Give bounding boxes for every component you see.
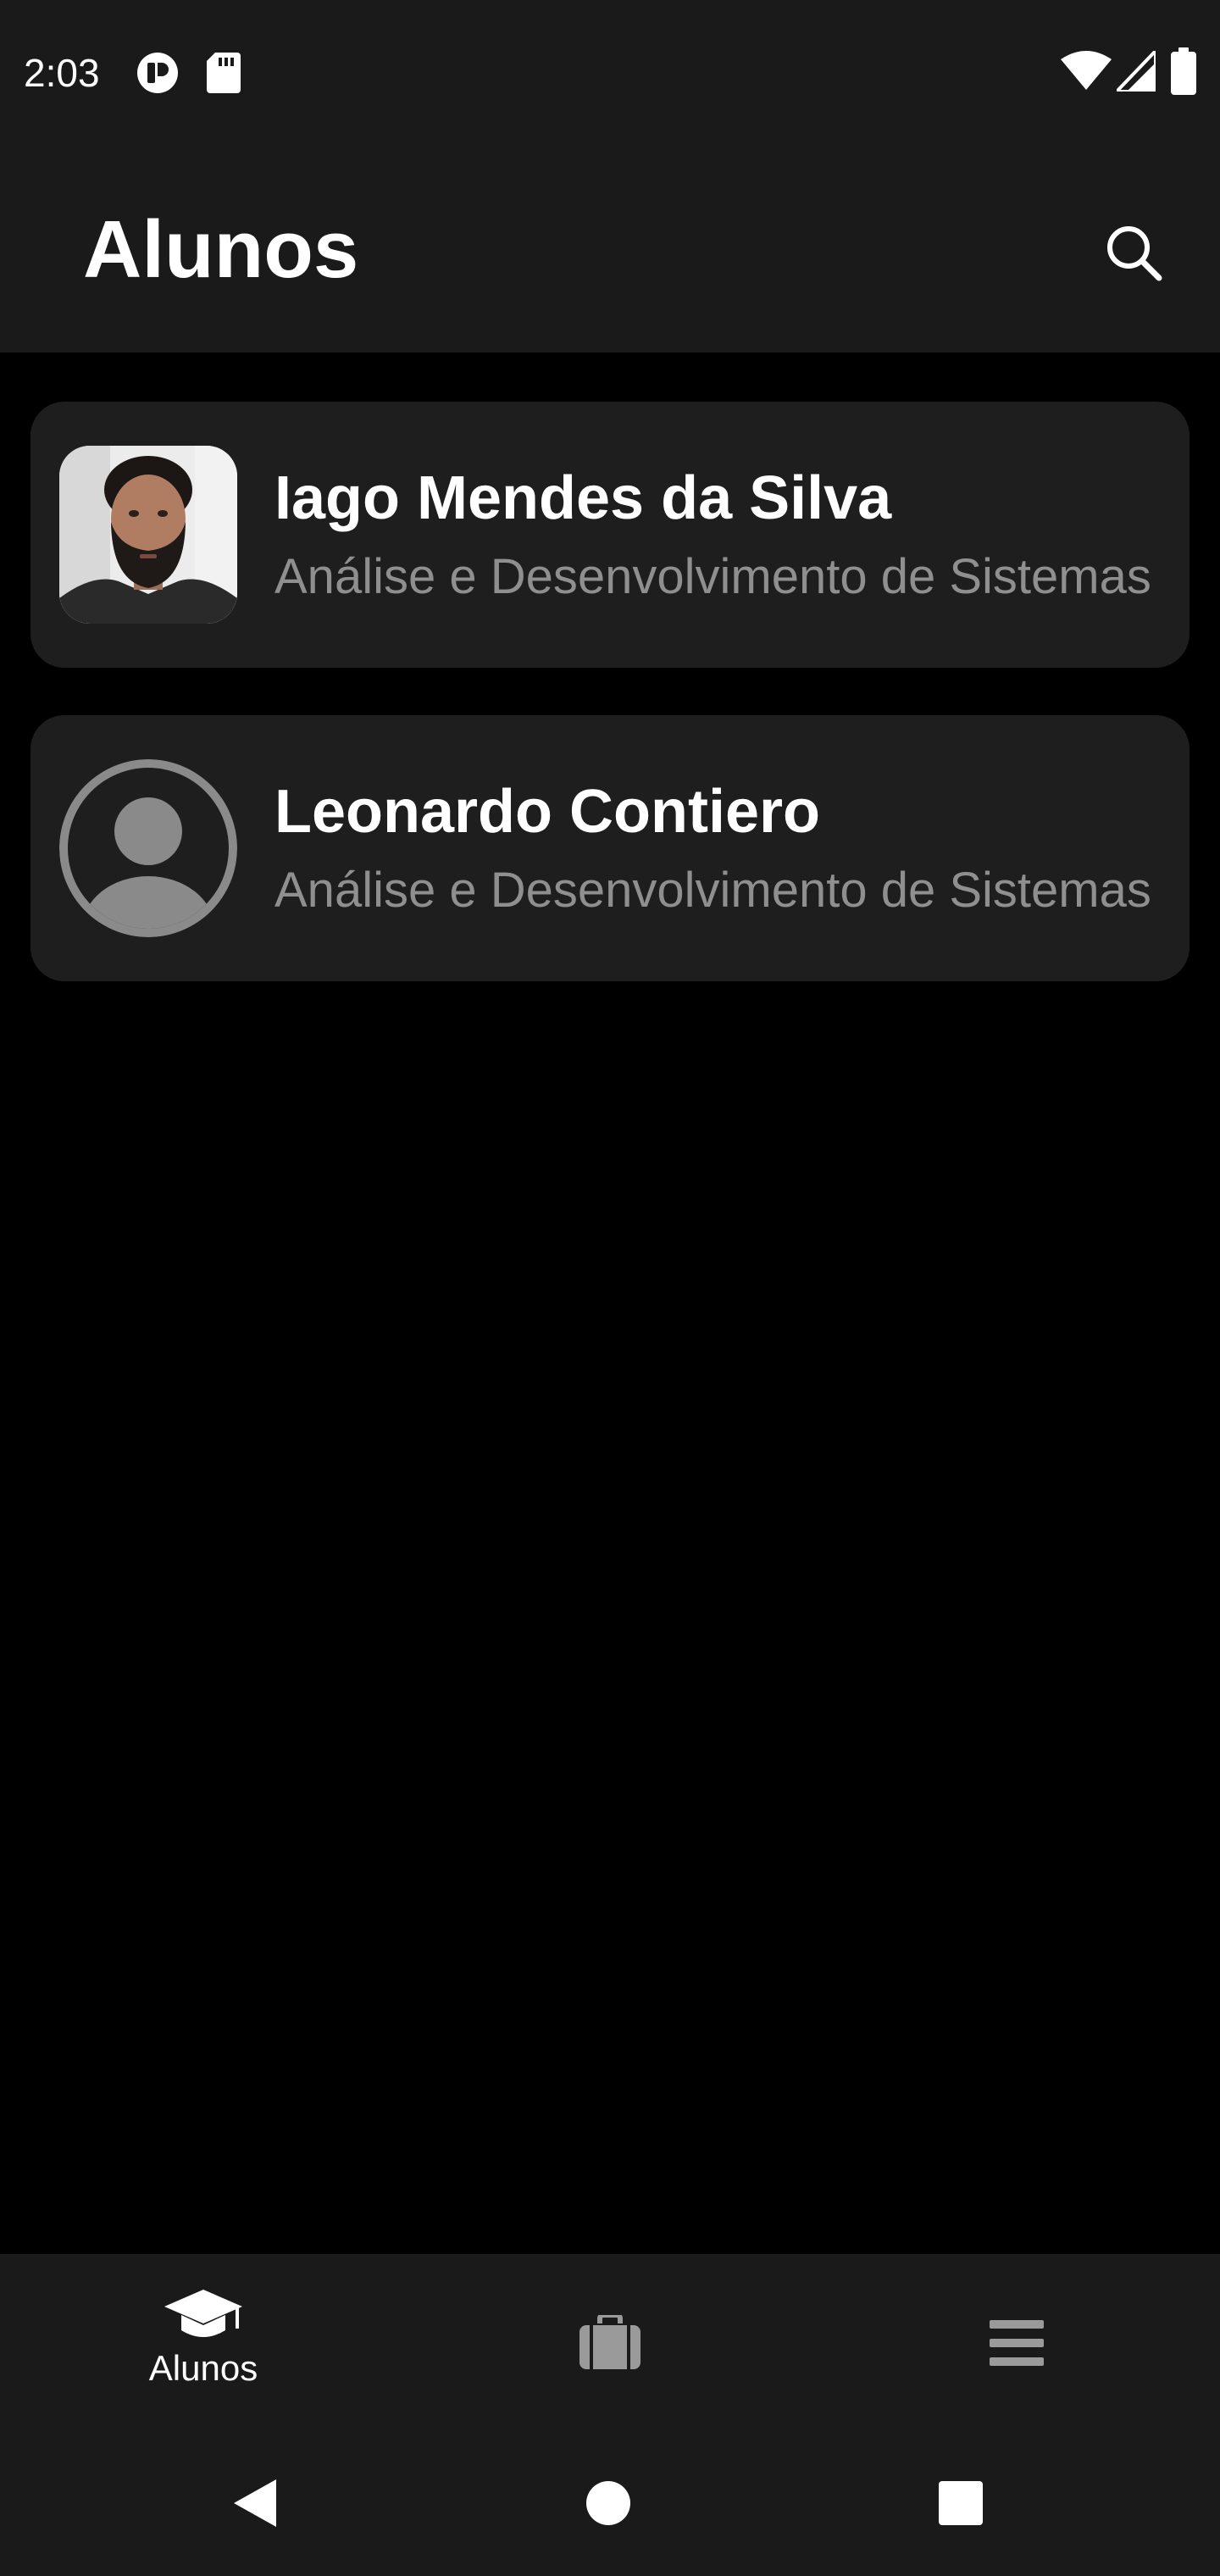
sd-card-icon [207,53,241,93]
search-button[interactable] [1093,212,1174,293]
list-item[interactable]: Leonardo Contiero Análise e Desenvolvime… [30,715,1190,981]
tab-alunos-label: Alunos [148,2348,258,2388]
status-bar: 2:03 [0,0,1220,144]
avatar [59,759,237,937]
system-nav-bar [0,2423,1220,2576]
app-notification-icon [137,53,178,93]
app-bar: Alunos [0,144,1220,353]
cell-signal-icon [1117,51,1156,92]
page-title: Alunos [83,204,359,295]
tab-briefcase[interactable] [407,2254,813,2423]
battery-icon [1171,47,1196,95]
student-course: Análise e Desenvolvimento de Sistemas [274,863,1151,918]
student-name: Iago Mendes da Silva [274,464,892,532]
default-person-icon [59,759,237,937]
search-icon [1107,226,1162,281]
student-name: Leonardo Contiero [274,778,820,846]
list-item[interactable]: Iago Mendes da Silva Análise e Desenvolv… [30,402,1190,668]
graduation-cap-icon [164,2290,242,2337]
tab-menu[interactable] [813,2254,1220,2423]
briefcase-icon [580,2315,640,2369]
tab-alunos[interactable]: Alunos [0,2254,407,2423]
back-icon[interactable] [234,2479,276,2527]
home-icon[interactable] [586,2481,630,2525]
menu-icon [990,2320,1044,2366]
student-course: Análise e Desenvolvimento de Sistemas [274,549,1151,604]
avatar [59,446,237,624]
status-time: 2:03 [24,51,100,95]
recents-icon[interactable] [939,2481,983,2525]
wifi-icon [1061,51,1112,90]
student-photo [59,446,237,624]
bottom-nav: Alunos [0,2254,1220,2423]
